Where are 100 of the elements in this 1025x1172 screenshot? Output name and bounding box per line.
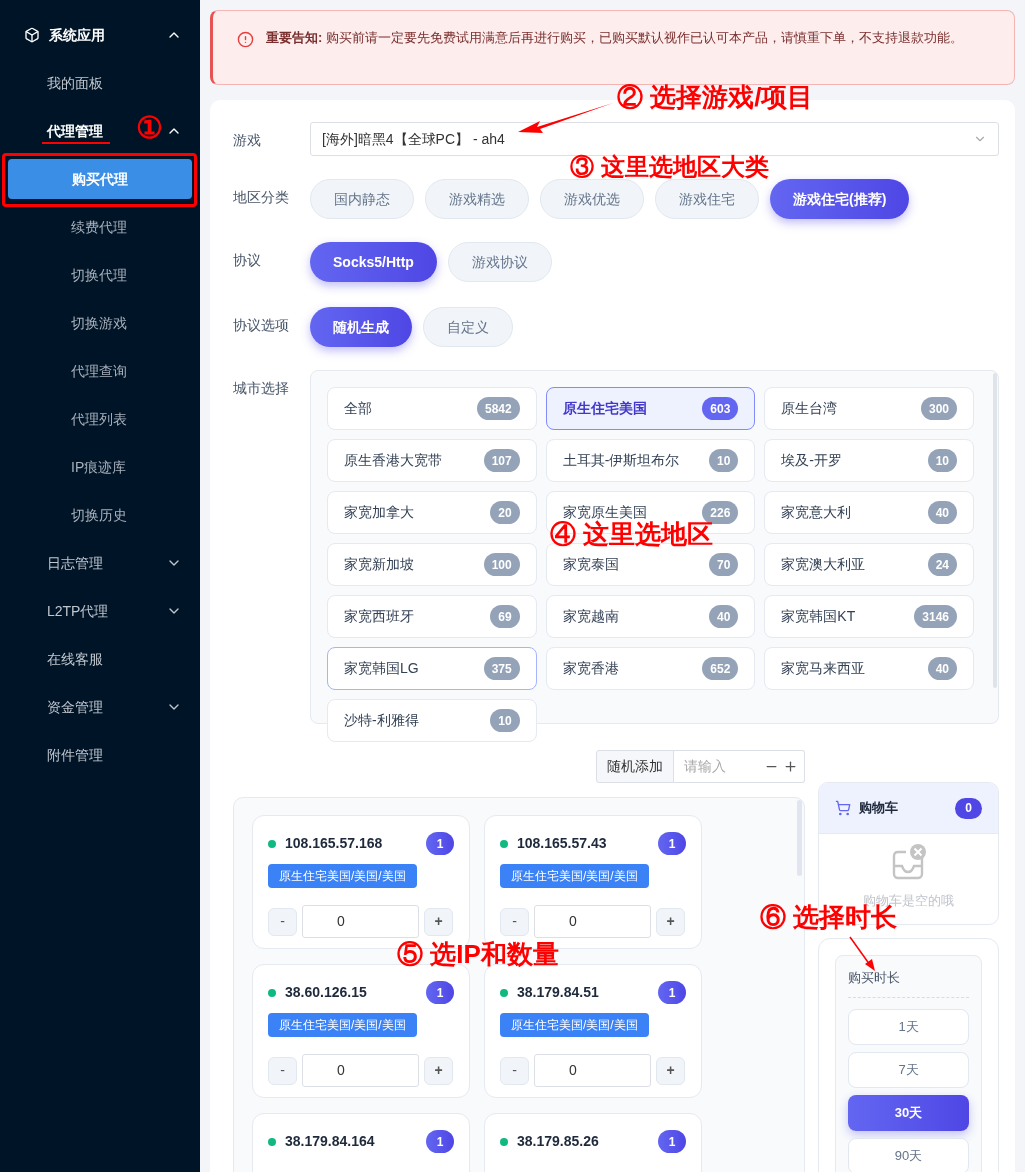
city-option[interactable]: 原生香港大宽带 107: [327, 439, 537, 482]
option-chip[interactable]: 游戏住宅: [655, 179, 759, 219]
annotation-underline: [42, 142, 110, 144]
count-badge: 1: [658, 832, 686, 855]
sidebar-item[interactable]: 代理管理: [0, 120, 103, 142]
annotation-label: ①: [136, 113, 163, 143]
city-name: 家宽加拿大: [344, 503, 414, 522]
count-input[interactable]: 请输入: [674, 750, 764, 783]
location-tag: 原生住宅美国/美国/美国: [268, 864, 417, 888]
city-option[interactable]: 家宽澳大利亚 24: [764, 543, 974, 586]
quantity-field[interactable]: 0: [302, 905, 419, 938]
city-option[interactable]: 家宽加拿大 20: [327, 491, 537, 534]
increment-button[interactable]: +: [656, 1056, 685, 1085]
sidebar-item[interactable]: 切换历史: [0, 504, 127, 526]
sidebar-item[interactable]: L2TP代理: [0, 600, 109, 622]
sidebar-item[interactable]: 切换游戏: [0, 312, 127, 334]
location-tag: 原生住宅美国/美国/美国: [268, 1013, 417, 1037]
decrement-button[interactable]: -: [500, 1056, 529, 1085]
count-badge: 603: [702, 397, 739, 420]
city-name: 土耳其-伊斯坦布尔: [562, 451, 680, 470]
decrement-button[interactable]: -: [268, 1056, 297, 1085]
city-name: 家宽泰国: [562, 555, 619, 574]
quantity-field[interactable]: 0: [302, 1054, 419, 1087]
sidebar-item[interactable]: 附件管理: [0, 744, 103, 766]
duration-option[interactable]: 1天: [848, 1009, 969, 1045]
count-badge: 1: [426, 1130, 454, 1153]
annotation-label: ③ 这里选地区大类: [570, 155, 769, 179]
cart-icon: [835, 800, 851, 816]
count-badge: 10: [927, 449, 957, 472]
count-badge: 40: [927, 657, 957, 680]
city-option[interactable]: 家宽西班牙 69: [327, 595, 537, 638]
option-chip[interactable]: 游戏协议: [447, 242, 552, 282]
empty-box-icon: [891, 844, 926, 881]
city-option[interactable]: 原生住宅美国 603: [545, 387, 756, 430]
option-chip[interactable]: 游戏优选: [540, 179, 644, 219]
quantity-field[interactable]: 0: [534, 1054, 651, 1087]
duration-option[interactable]: 7天: [848, 1052, 969, 1088]
city-option[interactable]: 家宽意大利 40: [764, 491, 974, 534]
count-badge: 20: [490, 501, 520, 524]
increment-button[interactable]: +: [424, 907, 453, 936]
sidebar-item[interactable]: 代理列表: [0, 408, 127, 430]
increment-button[interactable]: +: [656, 907, 685, 936]
city-option[interactable]: 土耳其-伊斯坦布尔 10: [545, 439, 756, 482]
city-name: 埃及-开罗: [781, 451, 842, 470]
city-name: 家宽西班牙: [344, 607, 414, 626]
sidebar-item[interactable]: 续费代理: [0, 216, 127, 238]
count-badge: 1: [426, 981, 454, 1004]
decrement-button[interactable]: -: [500, 907, 529, 936]
city-name: 家宽澳大利亚: [781, 555, 866, 574]
option-chip[interactable]: Socks5/Http: [310, 242, 437, 282]
city-name: 家宽越南: [562, 607, 619, 626]
duration-option[interactable]: 30天: [848, 1095, 969, 1131]
city-option[interactable]: 家宽马来西亚 40: [764, 647, 974, 690]
option-chip[interactable]: 国内静态: [310, 179, 414, 219]
option-chip[interactable]: 游戏住宅(推荐): [770, 179, 910, 219]
sidebar-item[interactable]: IP痕迹库: [0, 456, 127, 478]
cart-title: 购物车: [859, 799, 899, 818]
city-option[interactable]: 家宽香港 652: [545, 647, 756, 690]
sidebar-item[interactable]: 在线客服: [0, 648, 103, 670]
count-badge: 107: [483, 449, 520, 472]
count-badge: 40: [927, 501, 957, 524]
city-option[interactable]: 埃及-开罗 10: [764, 439, 974, 482]
city-option[interactable]: 沙特-利雅得 10: [327, 699, 537, 742]
duration-option[interactable]: 90天: [848, 1138, 969, 1172]
annotation-label: ② 选择游戏/项目: [617, 84, 814, 110]
city-option[interactable]: 家宽韩国LG 375: [327, 647, 537, 690]
count-badge: 1: [658, 1130, 686, 1153]
option-chip[interactable]: 自定义: [423, 307, 513, 347]
sidebar-item[interactable]: 切换代理: [0, 264, 127, 286]
city-name: 原生住宅美国: [562, 399, 647, 418]
city-option[interactable]: 家宽新加坡 100: [327, 543, 537, 586]
sidebar-item[interactable]: 代理查询: [0, 360, 127, 382]
sidebar-item[interactable]: 资金管理: [0, 696, 103, 718]
scrollbar[interactable]: [797, 800, 802, 876]
count-badge: 10: [708, 449, 739, 472]
quantity-field[interactable]: 0: [534, 905, 651, 938]
plus-icon[interactable]: [783, 759, 798, 774]
city-option[interactable]: 家宽韩国KT 3146: [764, 595, 974, 638]
annotation-label: ⑤ 选IP和数量: [397, 941, 559, 967]
random-add-button[interactable]: 随机添加: [596, 750, 674, 783]
city-option[interactable]: 原生台湾 300: [764, 387, 974, 430]
city-name: 家宽香港: [562, 659, 619, 678]
city-name: 家宽马来西亚: [781, 659, 866, 678]
count-badge: 300: [920, 397, 957, 420]
select-value: [海外]暗黑4【全球PC】 - ah4: [322, 129, 505, 149]
ip-address: 38.179.84.164: [285, 1132, 376, 1151]
sidebar-group-title[interactable]: 系统应用: [49, 24, 105, 46]
city-option[interactable]: 全部 5842: [327, 387, 537, 430]
ip-address: 38.60.126.15: [285, 983, 368, 1002]
city-option[interactable]: 家宽越南 40: [545, 595, 756, 638]
location-tag: 原生住宅美国/美国/美国: [500, 864, 649, 888]
city-name: 全部: [344, 399, 372, 418]
count-badge: 70: [708, 553, 739, 576]
decrement-button[interactable]: -: [268, 907, 297, 936]
ip-address: 108.165.57.43: [517, 834, 608, 853]
option-chip[interactable]: 随机生成: [310, 307, 412, 347]
sidebar-item[interactable]: 日志管理: [0, 552, 103, 574]
option-chip[interactable]: 游戏精选: [425, 179, 529, 219]
increment-button[interactable]: +: [424, 1056, 453, 1085]
sidebar-item[interactable]: 我的面板: [0, 72, 103, 94]
